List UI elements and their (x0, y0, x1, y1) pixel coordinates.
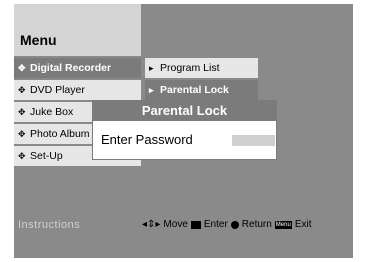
diamond-arrows-icon: ✥ (18, 129, 26, 139)
sidebar-item-digital-recorder[interactable]: ✥ Digital Recorder (14, 58, 141, 78)
menu-title: Menu (20, 32, 57, 48)
sidebar-item-label: Digital Recorder (30, 62, 112, 74)
exit-label: Exit (294, 219, 312, 230)
diamond-arrows-icon: ✥ (18, 107, 26, 117)
header-right (141, 4, 353, 56)
play-arrow-icon: ▸ (149, 84, 154, 95)
sidebar-item-label: Juke Box (30, 106, 74, 118)
diamond-arrows-icon: ✥ (18, 63, 26, 73)
move-label: Move (163, 219, 188, 230)
password-label: Enter Password (101, 132, 193, 147)
submenu-item-program-list[interactable]: ▸ Program List (145, 58, 258, 78)
sidebar-item-label: DVD Player (30, 84, 85, 96)
instructions-bar: Instructions ◂⇕▸ Move Enter Return Menu … (14, 209, 353, 245)
diamond-arrows-icon: ✥ (18, 151, 26, 161)
sidebar-item-label: Photo Album (30, 128, 90, 140)
move-arrows-icon: ◂⇕▸ (142, 219, 161, 230)
enter-label: Enter (203, 219, 228, 230)
diamond-arrows-icon: ✥ (18, 85, 26, 95)
instructions-label: Instructions (18, 219, 81, 231)
play-arrow-icon: ▸ (149, 62, 154, 73)
key-help: ◂⇕▸ Move Enter Return Menu Exit (142, 219, 311, 230)
submenu-item-label: Program List (160, 62, 220, 74)
dialog-body: Enter Password (93, 121, 276, 159)
sidebar-item-label: Set-Up (30, 150, 63, 162)
menu-screen: Menu ✥ Digital Recorder ✥ DVD Player ✥ J… (14, 4, 353, 258)
submenu-item-label: Parental Lock (160, 84, 229, 96)
menu-key-icon: Menu (274, 220, 292, 229)
enter-key-icon (190, 220, 201, 229)
dialog-title: Parental Lock (93, 101, 276, 121)
return-label: Return (241, 219, 272, 230)
sidebar-item-dvd-player[interactable]: ✥ DVD Player (14, 80, 141, 100)
password-field[interactable] (232, 135, 275, 146)
submenu-item-parental-lock[interactable]: ▸ Parental Lock (145, 80, 258, 100)
parental-lock-dialog: Parental Lock Enter Password (92, 100, 277, 160)
return-key-icon (230, 220, 239, 229)
menu-header: Menu (14, 4, 141, 56)
